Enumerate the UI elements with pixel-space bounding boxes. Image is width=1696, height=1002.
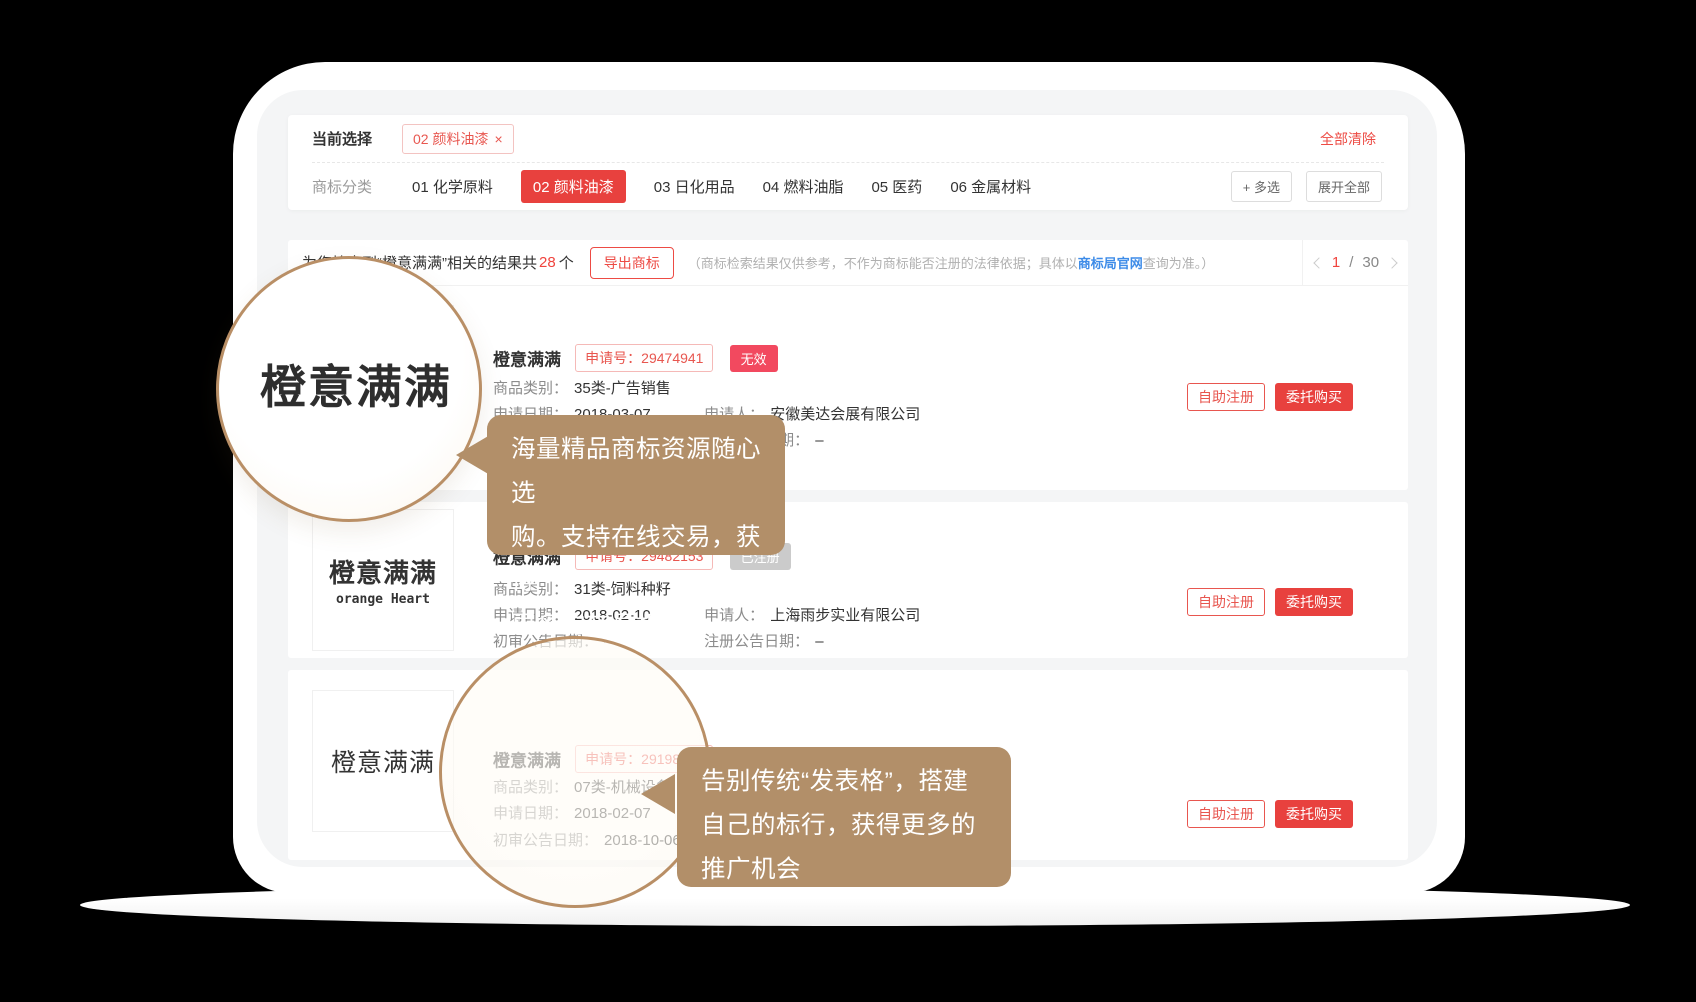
callout-line: 自己的标行，获得更多的 [701, 804, 1011, 848]
applicant-value: 安徽美达会展有限公司 [770, 406, 920, 423]
trademark-thumb-text: 橙意满满 [331, 743, 435, 779]
selected-filter-tag-label: 02 颜料油漆 [413, 129, 488, 149]
category-value: 35类-广告销售 [574, 380, 671, 397]
reg-publication-value: – [815, 633, 823, 650]
category-item-03[interactable]: 03 日化用品 [654, 176, 735, 197]
magnified-trademark-text: 橙意满满 [260, 351, 452, 417]
disclaimer-text: （商标检索结果仅供参考，不作为商标能否注册的法律依据；具体以商标局官网查询为准。… [688, 253, 1215, 272]
category-item-02-selected[interactable]: 02 颜料油漆 [521, 170, 626, 203]
results-header: 为您检索到“橙意满满”相关的结果共 28 个 导出商标 （商标检索结果仅供参考，… [288, 240, 1408, 286]
callout-bubble-marketplace: 海量精品商标资源随心选 购。支持在线交易，获得 更多的交易机会 [487, 415, 785, 555]
magnifier-circle-large: 橙意满满 [216, 256, 482, 522]
application-number-tag: 申请号：29474941 [575, 344, 713, 372]
pagination-next-icon[interactable] [1386, 257, 1397, 268]
magnifier-circle-small [439, 636, 711, 908]
reg-publication-value: – [815, 432, 823, 449]
application-number-label: 申请号： [585, 350, 641, 366]
pagination-total: 30 [1362, 254, 1379, 271]
self-register-button[interactable]: 自助注册 [1187, 383, 1265, 411]
filter-card: 当前选择 02 颜料油漆 × 全部清除 商标分类 01 化学原料 02 颜料油漆… [288, 115, 1408, 210]
trademark-thumbnail: 橙意满满 orange Heart [312, 509, 454, 651]
category-item-06[interactable]: 06 金属材料 [950, 176, 1031, 197]
callout-line: 告别传统“发表格”，搭建 [701, 760, 1011, 804]
row-actions: 自助注册 委托购买 [1187, 800, 1353, 828]
callout-bubble-promotion: 告别传统“发表格”，搭建 自己的标行，获得更多的 推广机会 [677, 747, 1011, 887]
trademark-name[interactable]: 橙意满满 [493, 351, 561, 370]
category-row: 商标分类 01 化学原料 02 颜料油漆 03 日化用品 04 燃料油脂 05 … [288, 163, 1408, 209]
disclaimer-pre: （商标检索结果仅供参考，不作为商标能否注册的法律依据；具体以 [688, 256, 1078, 271]
entrust-buy-button[interactable]: 委托购买 [1275, 800, 1353, 828]
category-row-label: 商标分类 [312, 176, 372, 197]
expand-all-button[interactable]: 展开全部 [1306, 171, 1382, 202]
status-badge: 无效 [730, 345, 778, 372]
trademark-thumbnail: 橙意满满 [312, 690, 454, 832]
pagination: 1 / 30 [1302, 240, 1408, 285]
results-count: 28 [539, 254, 556, 271]
application-number-value: 29474941 [641, 350, 703, 366]
row-actions: 自助注册 委托购买 [1187, 588, 1353, 616]
summary-unit: 个 [559, 252, 574, 273]
entrust-buy-button[interactable]: 委托购买 [1275, 588, 1353, 616]
pagination-separator: / [1349, 254, 1353, 271]
export-trademark-button[interactable]: 导出商标 [590, 247, 674, 279]
category-item-01[interactable]: 01 化学原料 [412, 176, 493, 197]
category-line: 商品类别： 35类-广告销售 [493, 377, 671, 398]
page: 当前选择 02 颜料油漆 × 全部清除 商标分类 01 化学原料 02 颜料油漆… [0, 0, 1696, 1002]
pagination-prev-icon[interactable] [1313, 257, 1324, 268]
category-label: 商品类别： [493, 380, 568, 397]
callout-line: 购。支持在线交易，获得 [511, 516, 785, 604]
close-icon[interactable]: × [494, 132, 502, 146]
multi-select-button[interactable]: + 多选 [1231, 171, 1292, 202]
category-item-04[interactable]: 04 燃料油脂 [763, 176, 844, 197]
self-register-button[interactable]: 自助注册 [1187, 800, 1265, 828]
row-actions: 自助注册 委托购买 [1187, 383, 1353, 411]
pagination-current: 1 [1332, 254, 1340, 271]
trademark-thumb-subtext: orange Heart [336, 592, 430, 607]
results-block-2: 橙意满满 orange Heart 橙意满满 申请号：29482153 已注册 … [288, 502, 1408, 658]
entrust-buy-button[interactable]: 委托购买 [1275, 383, 1353, 411]
self-register-button[interactable]: 自助注册 [1187, 588, 1265, 616]
trademark-thumb-text: 橙意满满 [329, 553, 437, 590]
current-selection-label: 当前选择 [312, 128, 372, 149]
callout-line: 海量精品商标资源随心选 [511, 428, 785, 516]
clear-all-link[interactable]: 全部清除 [1320, 129, 1376, 149]
current-selection-row: 当前选择 02 颜料油漆 × 全部清除 [288, 115, 1408, 162]
trademark-name-line: 橙意满满 申请号：29474941 无效 [493, 344, 778, 372]
category-item-05[interactable]: 05 医药 [871, 176, 922, 197]
callout-line: 推广机会 [701, 848, 1011, 892]
disclaimer-post: 查询为准。） [1143, 256, 1215, 271]
selected-filter-tag[interactable]: 02 颜料油漆 × [402, 124, 514, 154]
trademark-office-link[interactable]: 商标局官网 [1078, 256, 1143, 271]
applicant-value: 上海雨步实业有限公司 [770, 607, 920, 624]
callout-line: 更多的交易机会 [511, 604, 785, 648]
